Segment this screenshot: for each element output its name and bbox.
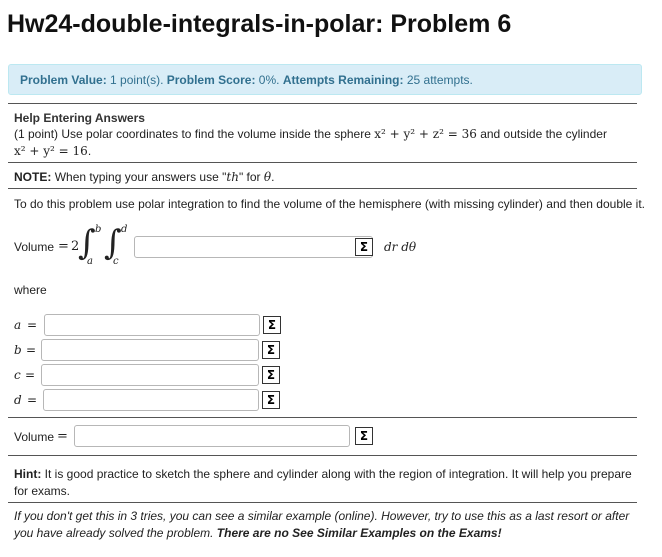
page-title: Hw24-double-integrals-in-polar: Problem …: [7, 10, 512, 38]
note-text: When typing your answers use "th" for θ.: [54, 170, 275, 184]
equation-editor-sigma-icon[interactable]: Σ: [262, 341, 280, 359]
integrand-input[interactable]: [134, 236, 373, 258]
period: .: [87, 144, 92, 158]
var-d-label: d: [14, 393, 22, 407]
sphere-equation: x² + y² + z² = 36: [374, 127, 477, 141]
problem-text-a: Use polar coordinates to find the volume…: [61, 127, 371, 141]
equation-editor-sigma-icon[interactable]: Σ: [355, 238, 373, 256]
limit-c-input[interactable]: [41, 364, 259, 386]
var-a-eq: =: [27, 318, 38, 332]
volume-label: Volume: [14, 240, 55, 254]
problem-points: (1 point): [14, 127, 59, 141]
divider: [8, 502, 637, 503]
integral-sign-inner: ∫: [104, 223, 122, 263]
problem-info-box: Problem Value: 1 point(s). Problem Score…: [8, 64, 642, 95]
var-c-eq: =: [25, 368, 36, 382]
problem-statement-line2: x² + y² = 16.: [14, 144, 91, 158]
hint-text: It is good practice to sketch the sphere…: [14, 467, 632, 498]
var-d-eq: =: [27, 393, 38, 407]
lower-limit-c: c: [113, 256, 119, 267]
problem-value: 1 point(s).: [110, 73, 164, 87]
var-a-label: a: [14, 318, 22, 332]
note-label: NOTE:: [14, 170, 52, 184]
note-line: NOTE: When typing your answers use "th" …: [14, 170, 274, 184]
hint-label: Hint:: [14, 467, 42, 481]
divider: [8, 162, 637, 163]
lower-limit-a: a: [87, 256, 93, 267]
problem-text-b: and outside the cylinder: [480, 127, 607, 141]
limit-b-input[interactable]: [41, 339, 259, 361]
limit-a-input[interactable]: [44, 314, 260, 336]
where-label: where: [14, 283, 47, 297]
footer-bold-text: There are no See Similar Examples on the…: [216, 526, 502, 540]
volume-answer-label: Volume: [14, 430, 55, 444]
divider: [8, 455, 637, 456]
integral-sign-outer: ∫: [78, 223, 96, 263]
footer-note: If you don't get this in 3 tries, you ca…: [14, 508, 646, 542]
equation-editor-sigma-icon[interactable]: Σ: [262, 366, 280, 384]
help-entering-answers-link[interactable]: Help Entering Answers: [14, 111, 145, 125]
equation-editor-sigma-icon[interactable]: Σ: [262, 391, 280, 409]
var-c-label: c: [14, 368, 21, 382]
hint-block: Hint: It is good practice to sketch the …: [14, 466, 644, 500]
cylinder-equation: x² + y² = 16: [14, 144, 88, 158]
attempts-remaining: 25 attempts.: [406, 73, 473, 87]
divider: [8, 417, 637, 418]
equals-sign: =: [58, 239, 69, 254]
upper-limit-d: d: [121, 224, 128, 235]
divider: [8, 188, 637, 189]
var-b-label: b: [14, 343, 22, 357]
attempts-label: Attempts Remaining:: [282, 73, 404, 87]
limit-d-input[interactable]: [43, 389, 259, 411]
volume-answer-input[interactable]: [74, 425, 350, 447]
var-b-eq: =: [26, 343, 37, 357]
divider: [8, 103, 637, 104]
instruction-text: To do this problem use polar integration…: [14, 197, 646, 211]
volume-answer-eq: =: [57, 429, 68, 444]
problem-value-label: Problem Value:: [20, 73, 107, 87]
equation-editor-sigma-icon[interactable]: Σ: [263, 316, 281, 334]
differentials: dr dθ: [384, 240, 417, 254]
upper-limit-b: b: [95, 224, 102, 235]
problem-score-label: Problem Score:: [166, 73, 256, 87]
problem-score: 0%.: [258, 73, 280, 87]
problem-statement: (1 point) Use polar coordinates to find …: [14, 127, 607, 141]
equation-editor-sigma-icon[interactable]: Σ: [355, 427, 373, 445]
